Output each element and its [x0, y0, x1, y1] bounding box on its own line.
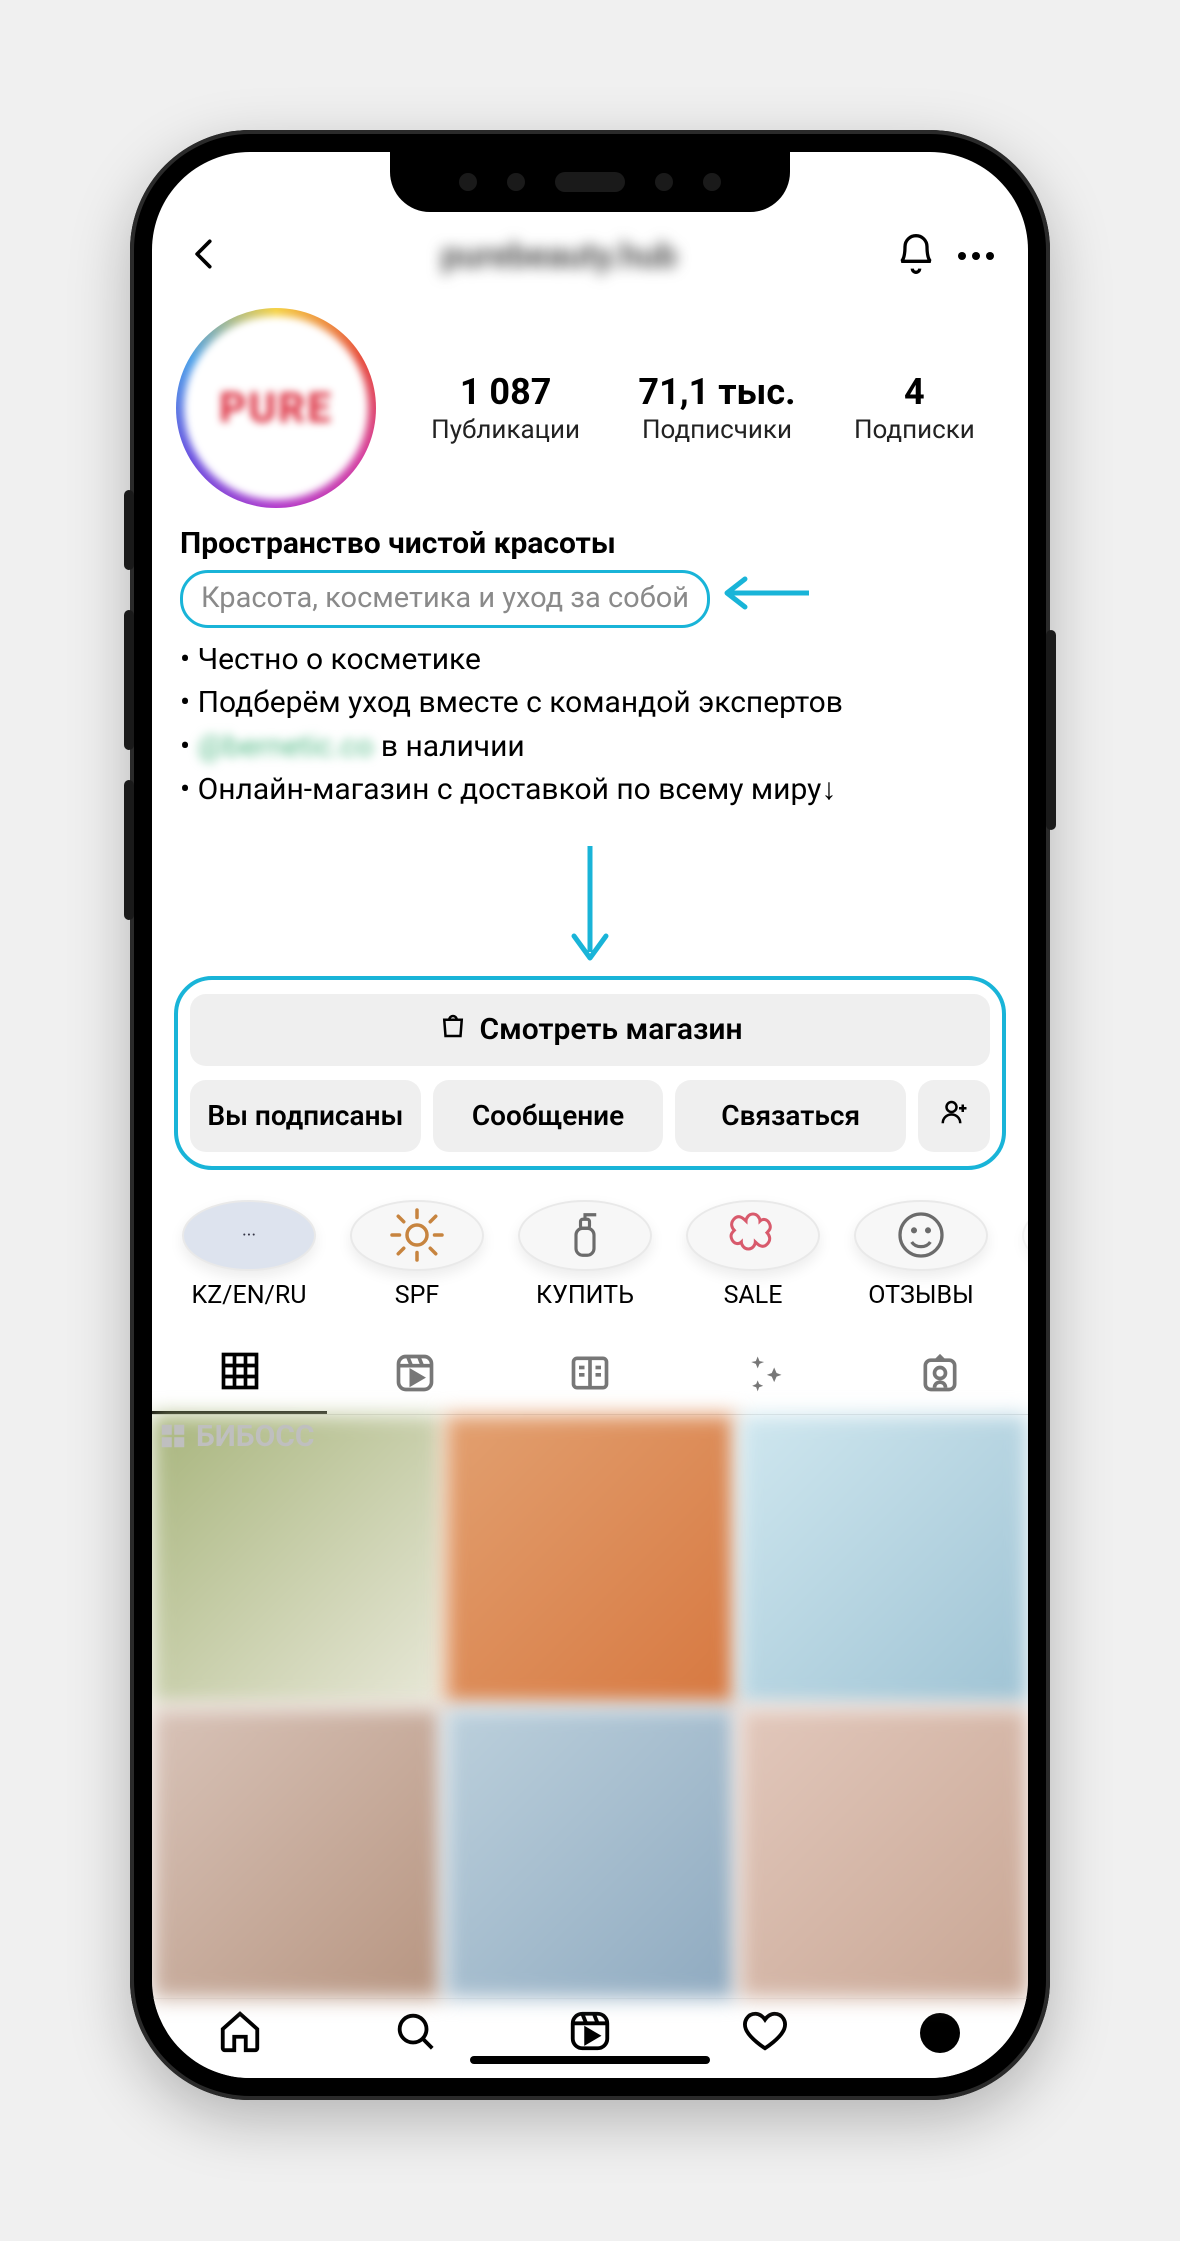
heart-icon	[742, 2008, 788, 2058]
reels-icon	[393, 1351, 437, 1399]
bio-mention[interactable]: @bernetic.co	[198, 729, 374, 764]
more-options-button[interactable]	[958, 252, 994, 260]
stat-posts[interactable]: 1 087 Публикации	[431, 371, 580, 445]
view-shop-label: Смотреть магазин	[480, 1012, 743, 1047]
grid-icon	[218, 1349, 262, 1397]
tab-reels[interactable]	[327, 1336, 502, 1414]
stat-followers-label: Подписчики	[638, 415, 795, 445]
phone-frame: purebeauty.hub PURE 1 087 Публикации	[130, 130, 1050, 2100]
sparkle-icon	[743, 1351, 787, 1399]
highlight-label: SALE	[724, 1281, 783, 1310]
reels-icon	[567, 2008, 613, 2058]
stat-following-label: Подписки	[854, 415, 975, 445]
profile-header: purebeauty.hub	[152, 222, 1028, 286]
shopping-bag-icon	[438, 1011, 468, 1049]
highlight-label: KZ/EN/RU	[192, 1281, 307, 1310]
sun-icon	[350, 1200, 484, 1271]
stat-followers[interactable]: 71,1 тыс. Подписчики	[638, 371, 795, 445]
home-indicator[interactable]	[470, 2056, 710, 2064]
highlight-label: КУПИТЬ	[536, 1281, 634, 1310]
home-icon	[217, 2008, 263, 2058]
highlight-item[interactable]: КУПИТЬ	[510, 1200, 660, 1310]
profile-summary: PURE 1 087 Публикации 71,1 тыс. Подписчи…	[152, 286, 1028, 518]
side-button	[124, 780, 134, 920]
bio-title: Пространство чистой красоты	[180, 522, 1000, 566]
bio-line: Подберём уход вместе с командой эксперто…	[180, 681, 1000, 725]
highlight-label: ОТЗЫВЫ	[868, 1281, 973, 1310]
post-thumbnail[interactable]	[445, 1415, 734, 1704]
posts-grid[interactable]	[152, 1415, 1028, 1998]
bottle-icon	[518, 1200, 652, 1271]
guides-icon	[568, 1351, 612, 1399]
following-button[interactable]: Вы подписаны	[190, 1080, 421, 1152]
screen: purebeauty.hub PURE 1 087 Публикации	[152, 152, 1028, 2078]
notifications-button[interactable]	[894, 232, 938, 280]
profile-dot-icon	[920, 2013, 960, 2053]
doc-icon: ···	[182, 1200, 316, 1271]
contact-button[interactable]: Связаться	[675, 1080, 906, 1152]
profile-username: purebeauty.hub	[244, 236, 874, 276]
smile-icon	[854, 1200, 988, 1271]
posts-grid-wrap: БИБОСС	[152, 1415, 1028, 1998]
nav-reels[interactable]	[565, 2008, 615, 2058]
back-button[interactable]	[186, 235, 224, 277]
story-ring[interactable]: PURE	[176, 308, 376, 508]
nav-profile[interactable]	[915, 2008, 965, 2058]
stat-posts-value: 1 087	[431, 371, 580, 413]
bio-line: @bernetic.co в наличии	[180, 725, 1000, 769]
tab-grid[interactable]	[152, 1336, 327, 1414]
bio-category-text: Красота, косметика и уход за собой	[201, 581, 689, 615]
tagged-icon	[918, 1351, 962, 1399]
notch	[390, 152, 790, 212]
message-button[interactable]: Сообщение	[433, 1080, 664, 1152]
highlight-more-icon	[1022, 1200, 1028, 1271]
avatar: PURE	[184, 316, 368, 500]
bio-category: Красота, косметика и уход за собой	[180, 570, 710, 628]
highlight-item[interactable]: SPF	[342, 1200, 492, 1310]
search-icon	[392, 2008, 438, 2058]
nav-home[interactable]	[215, 2008, 265, 2058]
post-thumbnail[interactable]	[445, 1708, 734, 1997]
highlight-item[interactable]: SALE	[678, 1200, 828, 1310]
highlight-item[interactable]	[1014, 1200, 1028, 1310]
profile-bio: Пространство чистой красоты Красота, кос…	[152, 518, 1028, 812]
nav-activity[interactable]	[740, 2008, 790, 2058]
bottom-nav	[152, 1998, 1028, 2078]
side-button	[124, 610, 134, 750]
post-thumbnail[interactable]	[152, 1415, 441, 1704]
bio-line: Онлайн-магазин с доставкой по всему миру…	[180, 768, 1000, 812]
annotation-arrow-left-icon	[721, 572, 811, 624]
side-button	[1046, 630, 1056, 830]
nav-search[interactable]	[390, 2008, 440, 2058]
suggest-users-button[interactable]	[918, 1080, 990, 1152]
post-thumbnail[interactable]	[152, 1708, 441, 1997]
annotation-arrow-down-icon	[152, 812, 1028, 976]
profile-tabs	[152, 1336, 1028, 1415]
tab-guides[interactable]	[502, 1336, 677, 1414]
stat-followers-value: 71,1 тыс.	[638, 371, 795, 413]
side-button	[124, 490, 134, 570]
stat-posts-label: Публикации	[431, 415, 580, 445]
profile-actions: Смотреть магазин Вы подписаны Сообщение …	[174, 976, 1006, 1170]
post-thumbnail[interactable]	[739, 1415, 1028, 1704]
stat-following[interactable]: 4 Подписки	[854, 371, 975, 445]
stat-following-value: 4	[854, 371, 975, 413]
view-shop-button[interactable]: Смотреть магазин	[190, 994, 990, 1066]
highlight-item[interactable]: ··· KZ/EN/RU	[174, 1200, 324, 1310]
tab-effects[interactable]	[678, 1336, 853, 1414]
bio-line: Честно о косметике	[180, 638, 1000, 682]
highlight-item[interactable]: ОТЗЫВЫ	[846, 1200, 996, 1310]
flower-icon	[686, 1200, 820, 1271]
post-thumbnail[interactable]	[739, 1708, 1028, 1997]
add-user-icon	[939, 1097, 969, 1134]
highlights-row[interactable]: ··· KZ/EN/RU SPF КУПИТЬ	[152, 1170, 1028, 1328]
tab-tagged[interactable]	[853, 1336, 1028, 1414]
highlight-label: SPF	[395, 1281, 439, 1310]
